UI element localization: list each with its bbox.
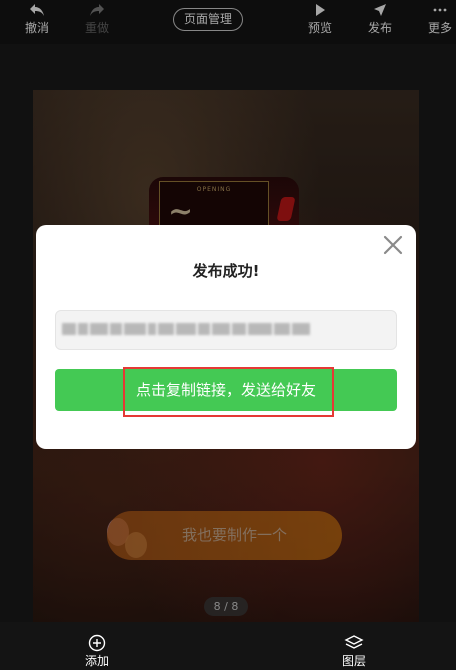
publish-success-dialog: 发布成功! 点击复制链接，发送给好友 xyxy=(36,225,416,449)
top-toolbar: 撤消 重做 页面管理 预览 发布 更多 xyxy=(0,0,456,44)
send-icon xyxy=(360,2,400,18)
undo-button[interactable]: 撤消 xyxy=(17,0,57,44)
redo-button[interactable]: 重做 xyxy=(77,0,117,44)
layers-button[interactable]: 图层 xyxy=(324,622,384,670)
page-indicator: 8 / 8 xyxy=(204,597,248,616)
more-button[interactable]: 更多 xyxy=(420,0,456,44)
close-button[interactable] xyxy=(381,233,405,257)
redo-label: 重做 xyxy=(84,21,109,35)
more-dots-icon xyxy=(420,2,456,18)
preview-button[interactable]: 预览 xyxy=(300,0,340,44)
blurred-link xyxy=(62,323,324,337)
undo-label: 撤消 xyxy=(24,21,49,35)
copy-link-button[interactable]: 点击复制链接，发送给好友 xyxy=(55,369,397,411)
close-icon xyxy=(383,235,403,255)
dialog-title: 发布成功! xyxy=(192,262,260,280)
play-icon xyxy=(300,2,340,18)
undo-icon xyxy=(17,2,57,18)
add-label: 添加 xyxy=(84,654,109,668)
add-button[interactable]: 添加 xyxy=(67,622,127,670)
page-manage-button[interactable]: 页面管理 xyxy=(173,8,243,31)
publish-label: 发布 xyxy=(367,21,392,35)
add-circle-icon xyxy=(67,634,127,654)
make-one-button[interactable]: 我也要制作一个 xyxy=(107,511,342,560)
preview-label: 预览 xyxy=(307,21,332,35)
poster-tag: OPENING xyxy=(196,186,232,193)
redo-icon xyxy=(77,2,117,18)
poster-artwork: ~ xyxy=(168,194,194,229)
publish-button[interactable]: 发布 xyxy=(360,0,400,44)
bottom-toolbar: 添加 图层 xyxy=(0,622,456,670)
share-link-field[interactable] xyxy=(55,310,397,350)
layers-icon xyxy=(324,634,384,654)
more-label: 更多 xyxy=(427,21,452,35)
layers-label: 图层 xyxy=(341,654,366,668)
